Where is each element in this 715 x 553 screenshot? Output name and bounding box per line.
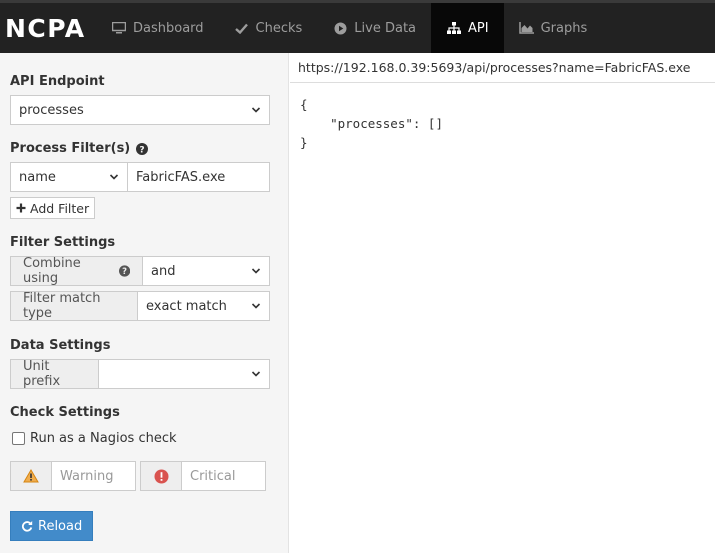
- monitor-icon: [111, 21, 127, 35]
- exclamation-circle-icon: [154, 469, 168, 483]
- check-icon: [234, 21, 250, 35]
- warning-addon: [10, 461, 52, 491]
- chevron-down-icon: [251, 107, 261, 113]
- api-url-bar[interactable]: https://192.168.0.39:5693/api/processes?…: [290, 53, 715, 83]
- nav-api-label: API: [468, 20, 489, 36]
- unit-prefix-label: Unit prefix: [23, 359, 61, 389]
- combine-using-label: Combine using: [23, 256, 81, 286]
- svg-text:?: ?: [140, 145, 145, 155]
- nav-api[interactable]: API: [431, 3, 504, 53]
- chevron-down-icon: [251, 371, 261, 377]
- chevron-down-icon: [251, 303, 261, 309]
- nagios-check-row[interactable]: Run as a Nagios check: [12, 431, 177, 446]
- nav-dashboard-label: Dashboard: [133, 20, 204, 36]
- nav-dashboard[interactable]: Dashboard: [96, 3, 219, 53]
- add-filter-button[interactable]: Add Filter: [10, 197, 96, 219]
- combine-using-value: and: [151, 263, 176, 279]
- nagios-check-label: Run as a Nagios check: [30, 431, 177, 446]
- question-circle-icon[interactable]: ?: [118, 265, 130, 277]
- chevron-down-icon: [251, 268, 261, 274]
- nav-graphs[interactable]: Graphs: [504, 3, 603, 53]
- svg-text:?: ?: [122, 266, 127, 276]
- chevron-down-icon: [109, 174, 119, 180]
- endpoint-value: processes: [19, 102, 84, 118]
- critical-addon: [140, 461, 182, 491]
- nav-live-data-label: Live Data: [354, 20, 417, 36]
- combine-using-addon: Combine using ?: [10, 256, 143, 286]
- combine-using-select[interactable]: and: [142, 256, 270, 286]
- warning-triangle-icon: [23, 469, 39, 483]
- filter-match-select[interactable]: exact match: [137, 291, 270, 321]
- data-settings-title: Data Settings: [10, 338, 111, 353]
- api-sidebar: API Endpoint processes Process Filter(s)…: [0, 53, 289, 553]
- unit-prefix-select[interactable]: [98, 359, 270, 389]
- filter-field-select[interactable]: name: [10, 162, 128, 192]
- filter-match-addon: Filter match type: [10, 291, 138, 321]
- filter-field-value: name: [19, 169, 56, 185]
- filter-settings-title: Filter Settings: [10, 235, 116, 250]
- refresh-icon: [21, 521, 33, 532]
- top-navbar: NCPA Dashboard Checks Live Data API Grap…: [0, 0, 715, 53]
- nav-checks[interactable]: Checks: [219, 3, 318, 53]
- json-output: { "processes": [] }: [300, 97, 443, 150]
- unit-prefix-addon: Unit prefix: [10, 359, 99, 389]
- endpoint-select[interactable]: processes: [10, 95, 270, 125]
- nagios-check-checkbox[interactable]: [12, 432, 25, 445]
- nav-checks-label: Checks: [255, 20, 303, 36]
- nav-graphs-label: Graphs: [540, 20, 588, 36]
- reload-label: Reload: [38, 518, 83, 534]
- plus-icon: [16, 203, 26, 213]
- question-circle-icon[interactable]: ?: [136, 142, 149, 155]
- brand-logo[interactable]: NCPA: [0, 3, 96, 53]
- add-filter-label: Add Filter: [30, 200, 90, 216]
- check-settings-title: Check Settings: [10, 405, 120, 420]
- play-circle-icon: [332, 21, 348, 35]
- filter-value-input[interactable]: FabricFAS.exe: [127, 162, 270, 192]
- filter-match-value: exact match: [146, 298, 227, 314]
- reload-button[interactable]: Reload: [10, 511, 94, 541]
- nav-live-data[interactable]: Live Data: [317, 3, 431, 53]
- filter-match-label: Filter match type: [23, 291, 101, 321]
- area-chart-icon: [519, 21, 535, 35]
- process-filters-title: Process Filter(s) ?: [10, 141, 149, 156]
- critical-input[interactable]: Critical: [181, 461, 266, 491]
- process-filters-label: Process Filter(s): [10, 141, 131, 156]
- api-url[interactable]: https://192.168.0.39:5693/api/processes?…: [298, 60, 690, 75]
- sitemap-icon: [446, 21, 462, 35]
- endpoint-title: API Endpoint: [10, 74, 105, 89]
- api-output-panel: https://192.168.0.39:5693/api/processes?…: [290, 53, 715, 553]
- warning-input[interactable]: Warning: [51, 461, 136, 491]
